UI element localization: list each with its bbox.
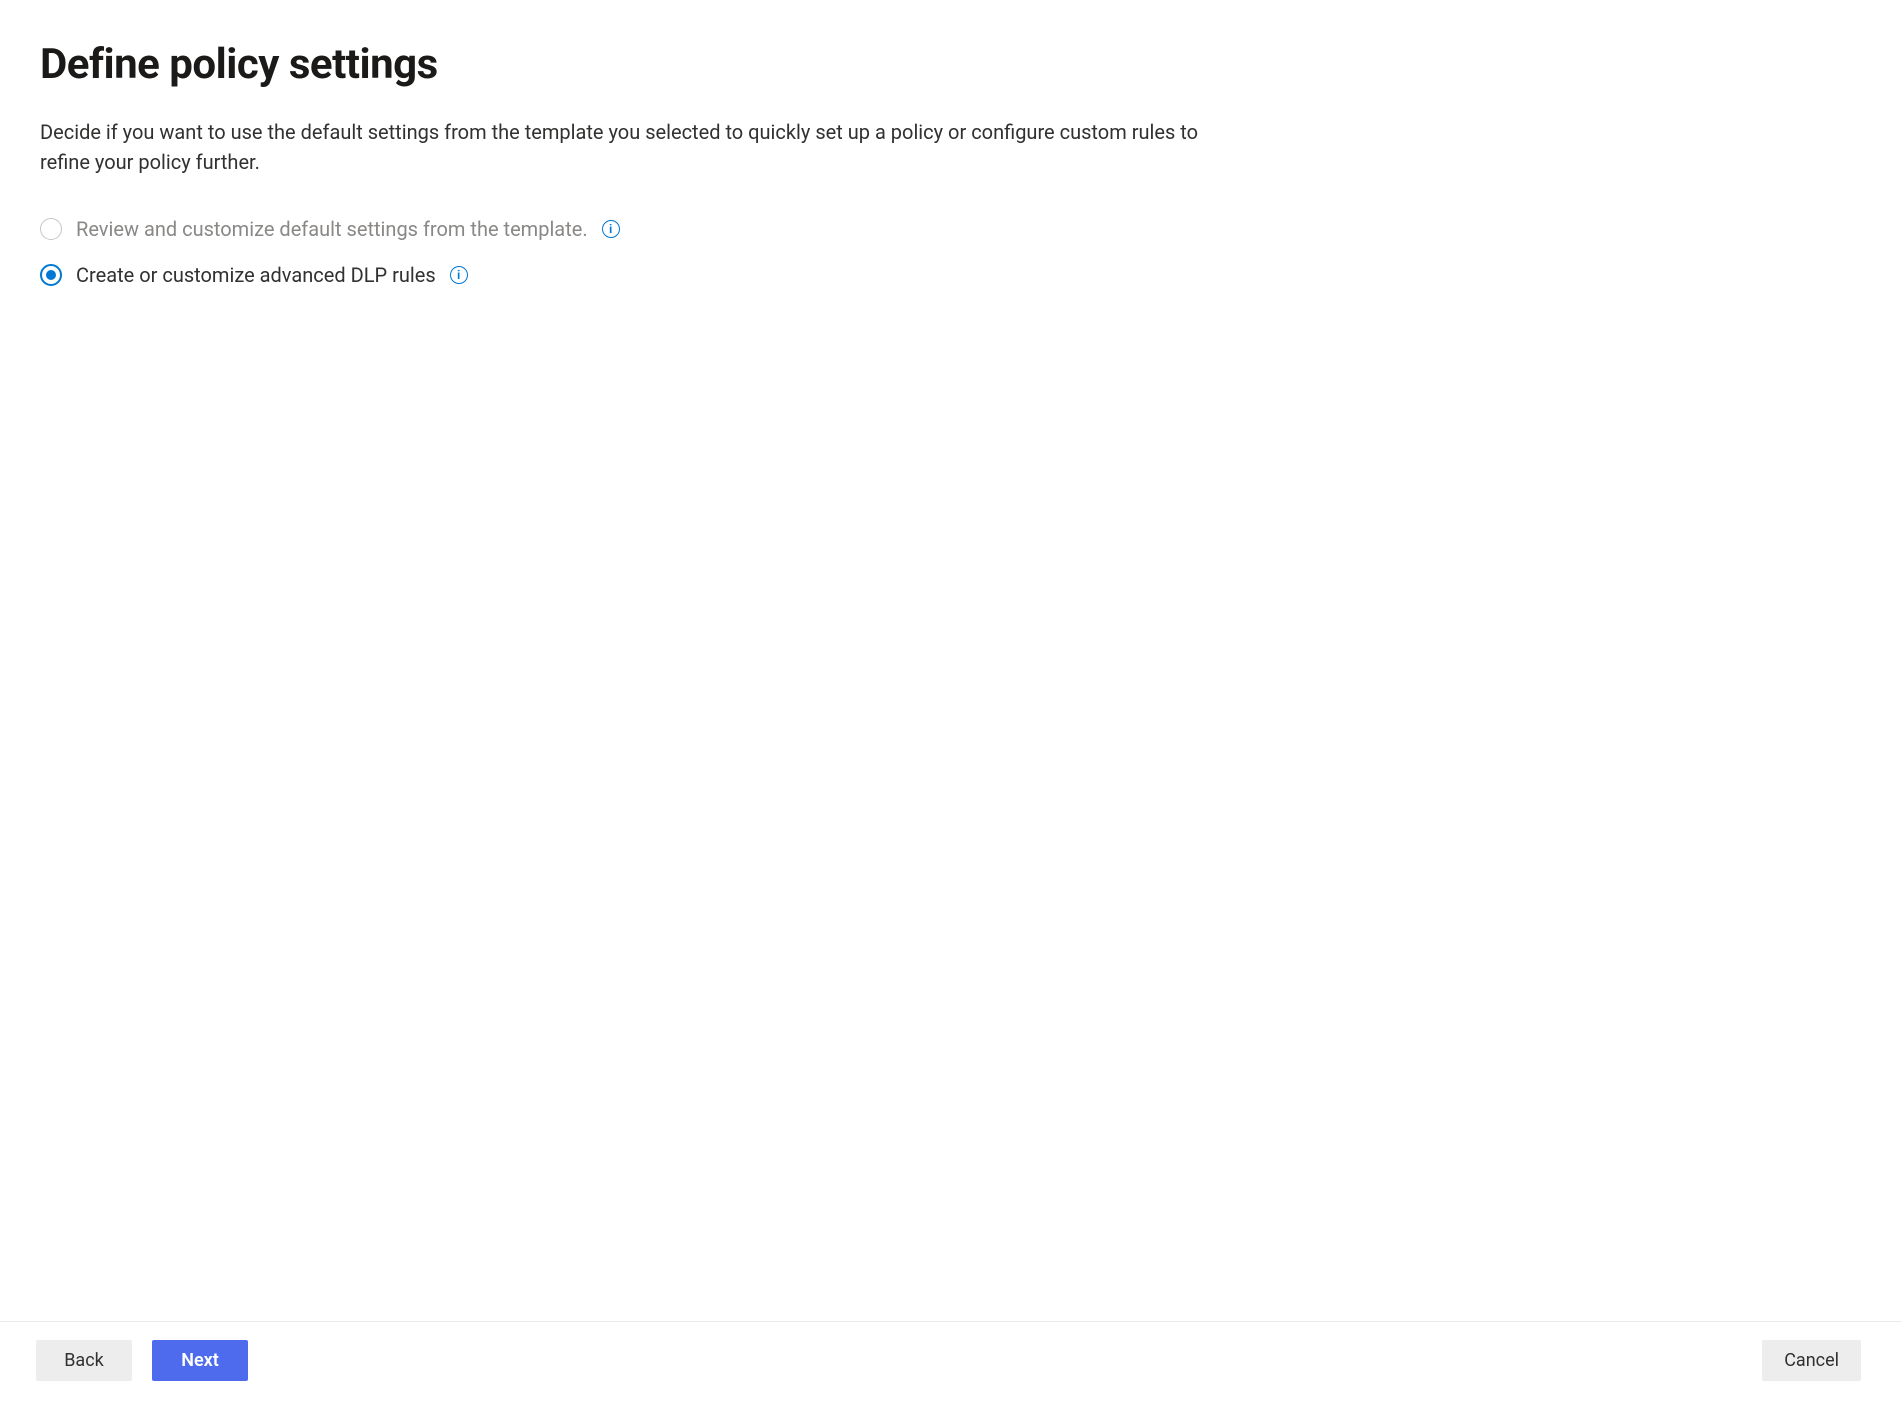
info-icon[interactable]: i	[450, 266, 468, 284]
radio-label-advanced-rules: Create or customize advanced DLP rules	[76, 263, 436, 287]
cancel-button[interactable]: Cancel	[1762, 1340, 1861, 1381]
main-content: Define policy settings Decide if you wan…	[0, 0, 1901, 1321]
radio-button-advanced-rules[interactable]	[40, 264, 62, 286]
radio-option-advanced-rules[interactable]: Create or customize advanced DLP rules i	[40, 263, 1861, 287]
info-icon[interactable]: i	[602, 220, 620, 238]
radio-button-review-default	[40, 218, 62, 240]
page-title: Define policy settings	[40, 40, 1861, 89]
radio-option-review-default: Review and customize default settings fr…	[40, 217, 1861, 241]
page-description: Decide if you want to use the default se…	[40, 117, 1220, 177]
next-button[interactable]: Next	[152, 1340, 248, 1381]
policy-settings-radio-group: Review and customize default settings fr…	[40, 217, 1861, 287]
radio-label-review-default: Review and customize default settings fr…	[76, 217, 588, 241]
back-button[interactable]: Back	[36, 1340, 132, 1381]
wizard-footer: Back Next Cancel	[0, 1321, 1901, 1403]
